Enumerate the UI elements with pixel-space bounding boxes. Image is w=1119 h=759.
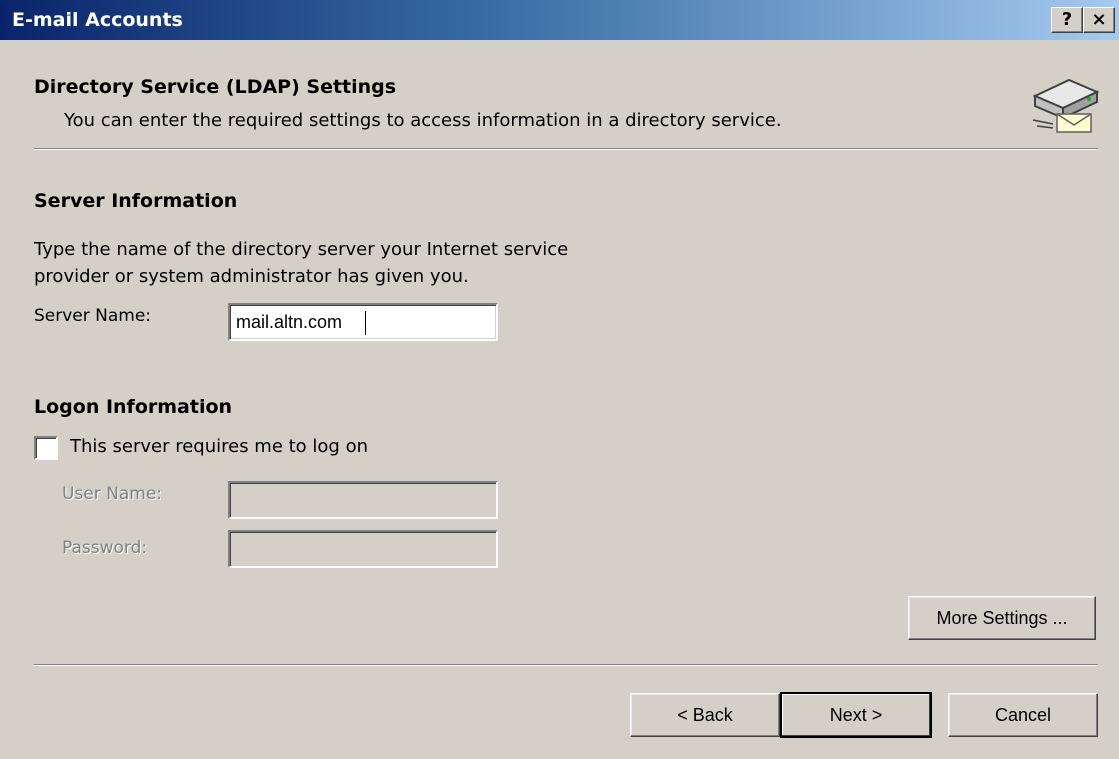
back-button[interactable]: < Back [630,693,780,737]
server-information-heading: Server Information [34,190,238,212]
user-name-label: User Name: [62,484,163,504]
server-description-line1: Type the name of the directory server yo… [34,239,569,260]
page-title: Directory Service (LDAP) Settings [34,76,397,98]
server-name-value: mail.altn.com [236,312,343,332]
server-name-input[interactable]: mail.altn.com [228,303,498,341]
text-caret [365,311,366,335]
password-input[interactable] [228,530,498,568]
close-button[interactable]: × [1083,7,1115,33]
email-accounts-dialog: E-mail Accounts ? × Directory Service (L… [0,0,1119,759]
server-name-label: Server Name: [34,306,152,326]
next-button[interactable]: Next > [780,692,932,738]
user-name-input[interactable] [228,481,498,519]
more-settings-button[interactable]: More Settings ... [908,596,1096,640]
cancel-button[interactable]: Cancel [948,693,1098,737]
requires-logon-checkbox[interactable] [34,436,58,460]
window-title: E-mail Accounts [12,9,183,31]
help-button[interactable]: ? [1051,7,1083,33]
page-subtitle: You can enter the required settings to a… [64,110,782,131]
server-description-line2: provider or system administrator has giv… [34,266,469,287]
header-divider [34,148,1098,150]
server-description: Type the name of the directory server yo… [34,236,654,290]
directory-server-mail-icon [1032,78,1100,133]
title-bar[interactable]: E-mail Accounts ? × [0,0,1119,40]
requires-logon-label[interactable]: This server requires me to log on [70,436,368,457]
footer-divider [34,664,1098,666]
logon-information-heading: Logon Information [34,396,233,418]
password-label: Password: [62,538,148,558]
